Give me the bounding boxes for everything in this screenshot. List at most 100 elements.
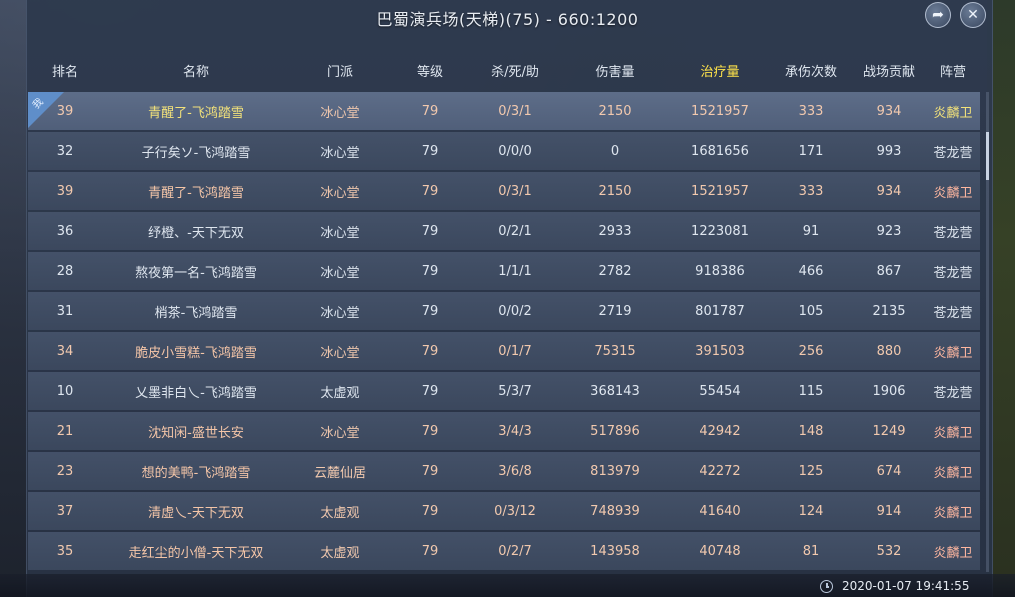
scoreboard-rows: 我 39 青醒了-飞鸿踏雪 冰心堂 79 0/3/1 2150 1521957 … bbox=[28, 92, 980, 572]
cell-name: 乂墨非白乀-飞鸿踏雪 bbox=[135, 385, 257, 401]
table-row[interactable]: 10 乂墨非白乀-飞鸿踏雪 太虚观 79 5/3/7 368143 55454 … bbox=[28, 372, 980, 410]
cell-level: 79 bbox=[421, 263, 439, 279]
cell-contribution: 993 bbox=[876, 143, 902, 159]
cell-hits-taken: 256 bbox=[798, 343, 824, 359]
cell-kda: 0/0/0 bbox=[498, 143, 532, 159]
close-icon: ✕ bbox=[967, 7, 979, 23]
cell-contribution: 1906 bbox=[872, 383, 906, 399]
cell-kda: 1/1/1 bbox=[498, 263, 532, 279]
cell-kda: 0/2/1 bbox=[498, 223, 532, 239]
table-row[interactable]: 28 熬夜第一名-飞鸿踏雪 冰心堂 79 1/1/1 2782 918386 4… bbox=[28, 252, 980, 290]
cell-level: 79 bbox=[421, 303, 439, 319]
header-camp[interactable]: 阵营 bbox=[926, 61, 980, 80]
cell-school: 太虚观 bbox=[320, 505, 360, 521]
page-title: 巴蜀演兵场(天梯)(75) - 660:1200 bbox=[376, 10, 639, 29]
table-row[interactable]: 31 梢茶-飞鸿踏雪 冰心堂 79 0/0/2 2719 801787 105 … bbox=[28, 292, 980, 330]
close-button[interactable]: ✕ bbox=[960, 2, 986, 28]
cell-heal: 1521957 bbox=[691, 103, 749, 119]
cell-camp: 炎麟卫 bbox=[933, 545, 973, 561]
cell-level: 79 bbox=[421, 343, 439, 359]
cell-camp: 苍龙营 bbox=[933, 145, 973, 161]
table-row[interactable]: 39 青醒了-飞鸿踏雪 冰心堂 79 0/3/1 2150 1521957 33… bbox=[28, 172, 980, 210]
cell-kda: 0/3/1 bbox=[498, 103, 532, 119]
cell-camp: 苍龙营 bbox=[933, 305, 973, 321]
cell-school: 冰心堂 bbox=[320, 105, 360, 121]
cell-level: 79 bbox=[421, 423, 439, 439]
cell-heal: 1521957 bbox=[691, 183, 749, 199]
header-heal[interactable]: 治疗量 bbox=[670, 61, 770, 80]
header-name[interactable]: 名称 bbox=[102, 61, 290, 80]
cell-heal: 41640 bbox=[699, 503, 741, 519]
cell-hits-taken: 148 bbox=[798, 423, 824, 439]
cell-school: 太虚观 bbox=[320, 385, 360, 401]
cell-rank: 28 bbox=[56, 263, 74, 279]
table-row[interactable]: 36 纾橙、-天下无双 冰心堂 79 0/2/1 2933 1223081 91… bbox=[28, 212, 980, 250]
scrollbar[interactable] bbox=[986, 92, 989, 572]
cell-name: 想的美鸭-飞鸿踏雪 bbox=[141, 465, 251, 481]
cell-hits-taken: 171 bbox=[798, 143, 824, 159]
cell-damage: 143958 bbox=[590, 543, 640, 559]
cell-camp: 炎麟卫 bbox=[933, 345, 973, 361]
table-row[interactable]: 23 想的美鸭-飞鸿踏雪 云麓仙居 79 3/6/8 813979 42272 … bbox=[28, 452, 980, 490]
cell-contribution: 1249 bbox=[872, 423, 906, 439]
cell-camp: 炎麟卫 bbox=[933, 185, 973, 201]
header-school[interactable]: 门派 bbox=[290, 61, 390, 80]
cell-rank: 21 bbox=[56, 423, 74, 439]
header-damage[interactable]: 伤害量 bbox=[560, 61, 670, 80]
cell-camp: 炎麟卫 bbox=[933, 505, 973, 521]
cell-hits-taken: 105 bbox=[798, 303, 824, 319]
cell-contribution: 934 bbox=[876, 183, 902, 199]
cell-kda: 0/0/2 bbox=[498, 303, 532, 319]
cell-kda: 0/1/7 bbox=[498, 343, 532, 359]
cell-camp: 炎麟卫 bbox=[933, 465, 973, 481]
cell-rank: 23 bbox=[56, 463, 74, 479]
cell-school: 太虚观 bbox=[320, 545, 360, 561]
table-row[interactable]: 35 走红尘的小僧-天下无双 太虚观 79 0/2/7 143958 40748… bbox=[28, 532, 980, 570]
table-row[interactable]: 34 脆皮小雪糕-飞鸿踏雪 冰心堂 79 0/1/7 75315 391503 … bbox=[28, 332, 980, 370]
cell-rank: 34 bbox=[56, 343, 74, 359]
cell-camp: 苍龙营 bbox=[933, 385, 973, 401]
cell-damage: 2150 bbox=[598, 103, 632, 119]
header-hits-taken[interactable]: 承伤次数 bbox=[770, 61, 852, 80]
cell-rank: 36 bbox=[56, 223, 74, 239]
table-row[interactable]: 32 子行矣ソ-飞鸿踏雪 冰心堂 79 0/0/0 0 1681656 171 … bbox=[28, 132, 980, 170]
cell-contribution: 914 bbox=[876, 503, 902, 519]
cell-school: 冰心堂 bbox=[320, 265, 360, 281]
cell-heal: 801787 bbox=[695, 303, 745, 319]
header-level[interactable]: 等级 bbox=[390, 61, 470, 80]
cell-contribution: 880 bbox=[876, 343, 902, 359]
cell-name: 走红尘的小僧-天下无双 bbox=[128, 545, 264, 561]
share-button[interactable]: ➦ bbox=[925, 2, 951, 28]
battle-timestamp: 2020-01-07 19:41:55 bbox=[842, 579, 970, 593]
cell-hits-taken: 81 bbox=[802, 543, 820, 559]
cell-name: 纾橙、-天下无双 bbox=[148, 225, 244, 241]
cell-contribution: 934 bbox=[876, 103, 902, 119]
cell-school: 冰心堂 bbox=[320, 425, 360, 441]
header-rank[interactable]: 排名 bbox=[28, 61, 102, 80]
cell-damage: 2719 bbox=[598, 303, 632, 319]
header-contribution[interactable]: 战场贡献 bbox=[852, 61, 926, 80]
cell-kda: 3/4/3 bbox=[498, 423, 532, 439]
cell-contribution: 2135 bbox=[872, 303, 906, 319]
cell-rank: 31 bbox=[56, 303, 74, 319]
cell-heal: 42272 bbox=[699, 463, 741, 479]
cell-hits-taken: 124 bbox=[798, 503, 824, 519]
scrollbar-thumb[interactable] bbox=[986, 132, 989, 180]
cell-name: 子行矣ソ-飞鸿踏雪 bbox=[141, 145, 251, 161]
cell-damage: 2933 bbox=[598, 223, 632, 239]
cell-hits-taken: 91 bbox=[802, 223, 820, 239]
cell-contribution: 674 bbox=[876, 463, 902, 479]
table-row[interactable]: 21 沈知闲-盛世长安 冰心堂 79 3/4/3 517896 42942 14… bbox=[28, 412, 980, 450]
cell-camp: 炎麟卫 bbox=[933, 425, 973, 441]
table-row[interactable]: 我 39 青醒了-飞鸿踏雪 冰心堂 79 0/3/1 2150 1521957 … bbox=[28, 92, 980, 130]
cell-contribution: 923 bbox=[876, 223, 902, 239]
cell-contribution: 532 bbox=[876, 543, 902, 559]
header-kda[interactable]: 杀/死/助 bbox=[470, 61, 560, 80]
cell-heal: 918386 bbox=[695, 263, 745, 279]
table-row[interactable]: 37 清虚乀-天下无双 太虚观 79 0/3/12 748939 41640 1… bbox=[28, 492, 980, 530]
cell-camp: 苍龙营 bbox=[933, 265, 973, 281]
cell-level: 79 bbox=[421, 503, 439, 519]
cell-name: 沈知闲-盛世长安 bbox=[148, 425, 244, 441]
table-header: 排名 名称 门派 等级 杀/死/助 伤害量 治疗量 承伤次数 战场贡献 阵营 bbox=[28, 52, 980, 88]
cell-hits-taken: 125 bbox=[798, 463, 824, 479]
